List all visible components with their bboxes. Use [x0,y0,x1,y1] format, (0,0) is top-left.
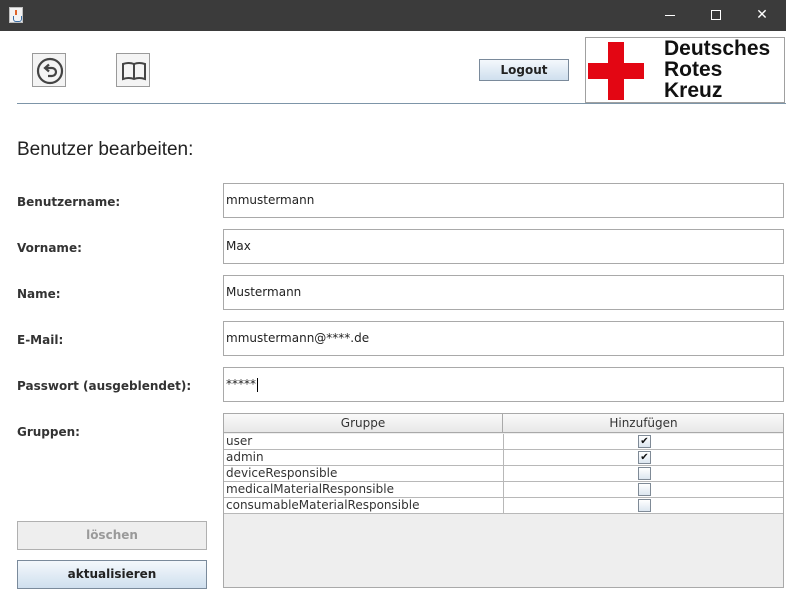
logo-line-3: Kreuz [664,79,723,102]
lastname-label: Name: [17,287,61,301]
groups-table[interactable]: Gruppe Hinzufügen user ✔ admin ✔ deviceRespo… [223,413,784,588]
table-header: Gruppe Hinzufügen [224,414,783,433]
header-separator [17,103,786,104]
password-field[interactable]: ***** [223,367,784,402]
firstname-field[interactable]: Max [223,229,784,264]
email-field[interactable]: mmustermann@****.de [223,321,784,356]
lastname-field[interactable]: Mustermann [223,275,784,310]
group-add-checkbox[interactable] [638,499,651,512]
main-panel: Logout Deutsches Rotes Kreuz Benutzer be… [0,31,786,593]
column-header-hinzufuegen[interactable]: Hinzufügen [504,414,783,433]
group-add-cell [504,466,783,481]
password-value: ***** [226,377,256,391]
username-field[interactable]: mmustermann [223,183,784,218]
page-title: Benutzer bearbeiten: [17,139,194,160]
group-add-cell [504,498,783,513]
title-bar: ✕ [0,0,786,31]
group-name-cell: user [224,434,504,449]
update-button[interactable]: aktualisieren [17,560,207,589]
firstname-label: Vorname: [17,241,82,255]
table-row[interactable]: consumableMaterialResponsible [224,498,783,514]
close-icon: ✕ [756,7,768,23]
group-name-cell: consumableMaterialResponsible [224,498,504,513]
group-add-cell: ✔ [504,434,783,449]
maximize-button[interactable] [693,0,739,31]
group-add-checkbox[interactable]: ✔ [638,451,651,464]
back-arrow-icon [36,57,64,85]
email-label: E-Mail: [17,333,64,347]
maximize-icon [711,10,721,20]
column-header-gruppe[interactable]: Gruppe [224,414,503,433]
group-add-cell [504,482,783,497]
java-app-icon [9,7,23,23]
password-label: Passwort (ausgeblendet): [17,379,192,393]
book-icon [122,62,146,81]
group-name-cell: medicalMaterialResponsible [224,482,504,497]
logout-button[interactable]: Logout [479,59,569,81]
minimize-button[interactable] [647,0,693,31]
username-label: Benutzername: [17,195,121,209]
manual-button[interactable] [116,53,150,87]
group-name-cell: admin [224,450,504,465]
group-add-checkbox[interactable] [638,467,651,480]
close-button[interactable]: ✕ [739,0,785,31]
minimize-icon [665,14,675,16]
group-add-checkbox[interactable] [638,483,651,496]
back-button[interactable] [32,53,66,87]
drk-logo: Deutsches Rotes Kreuz [585,37,785,103]
delete-button[interactable]: löschen [17,521,207,550]
table-row[interactable]: medicalMaterialResponsible [224,482,783,498]
table-row[interactable]: admin ✔ [224,450,783,466]
logo-line-2: Rotes [664,58,723,81]
group-name-cell: deviceResponsible [224,466,504,481]
groups-label: Gruppen: [17,425,80,439]
table-row[interactable]: user ✔ [224,434,783,450]
logo-line-1: Deutsches [664,37,771,60]
text-caret [257,377,258,392]
group-add-checkbox[interactable]: ✔ [638,435,651,448]
table-row[interactable]: deviceResponsible [224,466,783,482]
logo-text: Deutsches Rotes Kreuz [664,38,770,101]
group-add-cell: ✔ [504,450,783,465]
red-cross-horizontal [588,63,644,79]
